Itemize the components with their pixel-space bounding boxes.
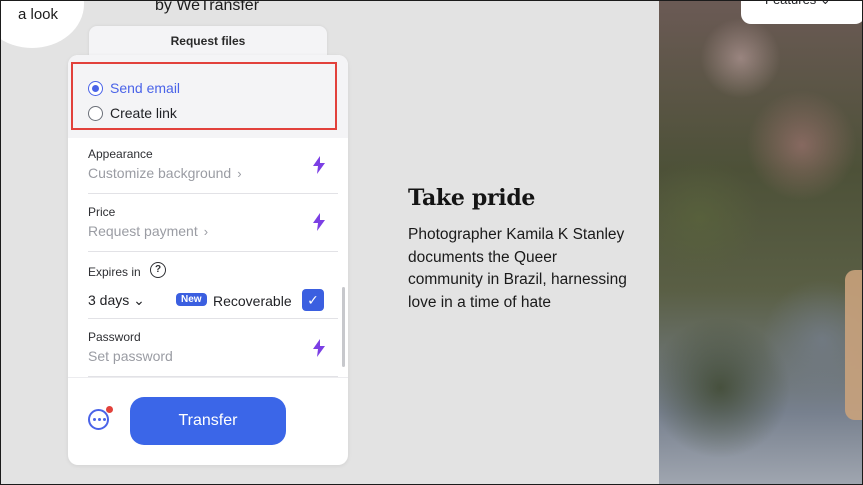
chevron-down-icon: ⌄ <box>133 292 145 308</box>
footer-divider <box>68 377 348 378</box>
new-badge: New <box>176 293 207 306</box>
password-value: Set password <box>88 348 173 364</box>
appearance-label: Appearance <box>88 147 153 161</box>
notification-dot <box>106 406 113 413</box>
panel-scrollbar[interactable] <box>342 287 345 367</box>
recoverable-checkbox[interactable]: ✓ <box>302 289 324 311</box>
article-description: Photographer Kamila K Stanley documents … <box>408 226 627 311</box>
send-email-radio[interactable] <box>88 80 103 96</box>
send-email-option[interactable]: Send email <box>88 78 180 98</box>
create-link-option[interactable]: Create link <box>88 103 177 123</box>
appearance-value: Customize background › <box>88 165 242 181</box>
badge-text: a look <box>18 6 59 23</box>
password-row[interactable]: Password Set password <box>88 318 338 377</box>
by-wetransfer-text: by WeTransfer <box>155 0 260 14</box>
logo-badge[interactable]: a look <box>0 0 84 48</box>
delivery-options: Send email Create link <box>68 55 348 138</box>
photo-subject <box>845 270 863 420</box>
more-icon[interactable] <box>88 409 109 430</box>
help-icon[interactable]: ? <box>150 262 166 278</box>
expires-label: Expires in <box>88 265 141 279</box>
send-email-label: Send email <box>110 80 181 96</box>
create-link-radio[interactable] <box>88 105 103 121</box>
transfer-panel: Send email Create link Appearance Custom… <box>68 55 348 465</box>
bolt-icon <box>313 339 325 357</box>
background-photo <box>659 0 863 485</box>
recoverable-label: Recoverable <box>213 293 292 309</box>
expiry-dropdown[interactable]: 3 days ⌄ <box>88 292 145 309</box>
chevron-right-icon: › <box>237 166 242 181</box>
price-row[interactable]: Price Request payment › <box>88 194 338 252</box>
article-headline[interactable]: Take pride <box>408 185 535 211</box>
price-value: Request payment › <box>88 223 209 239</box>
check-icon: ✓ <box>307 292 319 308</box>
bolt-icon <box>313 156 325 174</box>
transfer-button[interactable]: Transfer <box>130 397 286 445</box>
bolt-icon <box>313 213 325 231</box>
chevron-right-icon: › <box>203 224 209 239</box>
tab-label: Request files <box>170 34 246 48</box>
password-label: Password <box>88 330 141 344</box>
create-link-label: Create link <box>110 105 177 121</box>
price-label: Price <box>88 205 116 219</box>
appearance-row[interactable]: Appearance Customize background › <box>88 138 338 194</box>
features-button[interactable]: Features ⌄ <box>741 0 863 24</box>
